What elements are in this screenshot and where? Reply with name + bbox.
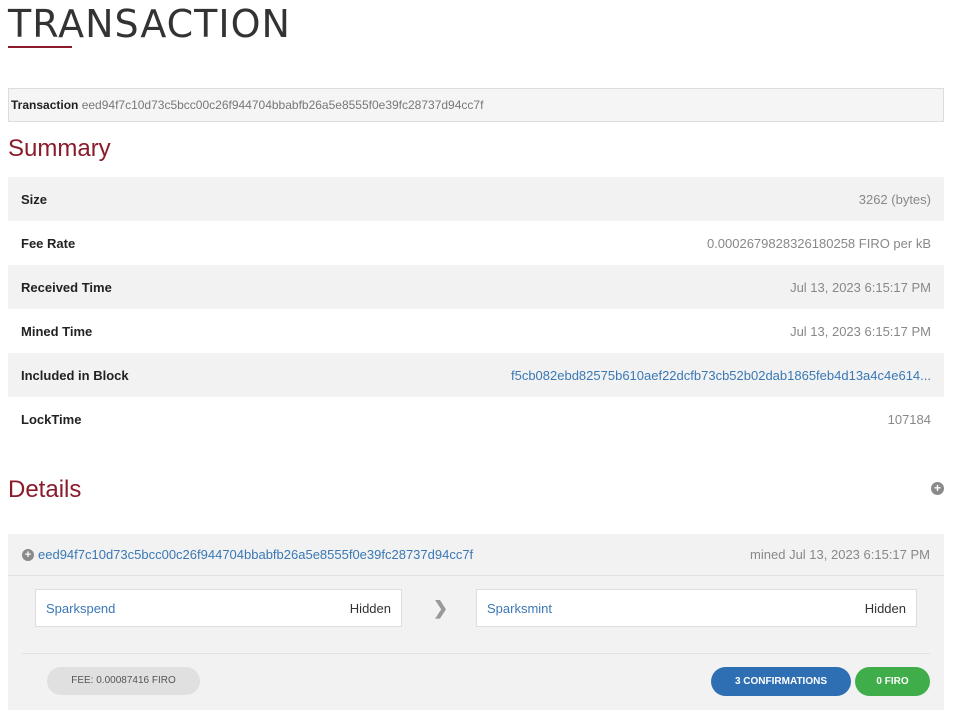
input-name-link[interactable]: Sparkspend	[46, 601, 115, 616]
summary-row-mined-time: Mined Time Jul 13, 2023 6:15:17 PM	[8, 309, 944, 353]
output-name-link[interactable]: Sparksmint	[487, 601, 552, 616]
mined-time: mined Jul 13, 2023 6:15:17 PM	[750, 547, 930, 562]
summary-key: Fee Rate	[21, 235, 76, 251]
input-amount: Hidden	[349, 600, 391, 616]
transaction-bar: Transaction eed94f7c10d73c5bcc00c26f9447…	[8, 88, 944, 122]
page-title: TRANSACTION	[8, 2, 291, 46]
summary-key: Included in Block	[21, 367, 129, 383]
divider	[22, 653, 930, 654]
summary-key: LockTime	[21, 411, 82, 427]
title-underline	[8, 46, 72, 48]
amount-badge: 0 FIRO	[855, 667, 930, 696]
details-panel: + eed94f7c10d73c5bcc00c26f944704bbabfb26…	[8, 534, 944, 710]
summary-row-size: Size 3262 (bytes)	[8, 177, 944, 221]
summary-row-fee-rate: Fee Rate 0.0002679828326180258 FIRO per …	[8, 221, 944, 265]
summary-table: Size 3262 (bytes) Fee Rate 0.00026798283…	[8, 177, 944, 441]
details-title: Details	[8, 476, 82, 503]
plus-circle-icon[interactable]: +	[931, 482, 944, 495]
tx-hash-link[interactable]: eed94f7c10d73c5bcc00c26f944704bbabfb26a5…	[38, 547, 473, 562]
summary-key: Mined Time	[21, 323, 93, 339]
chevron-right-icon: ❯	[433, 598, 449, 618]
output-amount: Hidden	[864, 600, 906, 616]
detail-header-left: + eed94f7c10d73c5bcc00c26f944704bbabfb26…	[22, 547, 473, 562]
summary-row-received-time: Received Time Jul 13, 2023 6:15:17 PM	[8, 265, 944, 309]
plus-circle-icon[interactable]: +	[22, 548, 34, 561]
transaction-label: Transaction	[11, 98, 79, 112]
fee-badge: FEE: 0.00087416 FIRO	[47, 667, 200, 695]
summary-value: Jul 13, 2023 6:15:17 PM	[790, 323, 931, 339]
summary-row-locktime: LockTime 107184	[8, 397, 944, 441]
summary-value: 0.0002679828326180258 FIRO per kB	[706, 235, 931, 251]
summary-key: Received Time	[21, 279, 112, 295]
transaction-hash: eed94f7c10d73c5bcc00c26f944704bbabfb26a5…	[81, 98, 484, 112]
block-hash-link[interactable]: f5cb082ebd82575b610aef22dcfb73cb52b02dab…	[511, 368, 931, 383]
output-box: Sparksmint Hidden	[476, 589, 917, 627]
summary-row-included-in-block: Included in Block f5cb082ebd82575b610aef…	[8, 353, 944, 397]
summary-value: 107184	[887, 411, 931, 427]
detail-header: + eed94f7c10d73c5bcc00c26f944704bbabfb26…	[8, 534, 944, 576]
confirmations-badge[interactable]: 3 CONFIRMATIONS	[711, 667, 851, 696]
summary-title: Summary	[8, 135, 111, 162]
summary-key: Size	[21, 191, 48, 207]
summary-value: Jul 13, 2023 6:15:17 PM	[790, 279, 931, 295]
summary-value: 3262 (bytes)	[858, 191, 931, 207]
input-box: Sparkspend Hidden	[35, 589, 402, 627]
